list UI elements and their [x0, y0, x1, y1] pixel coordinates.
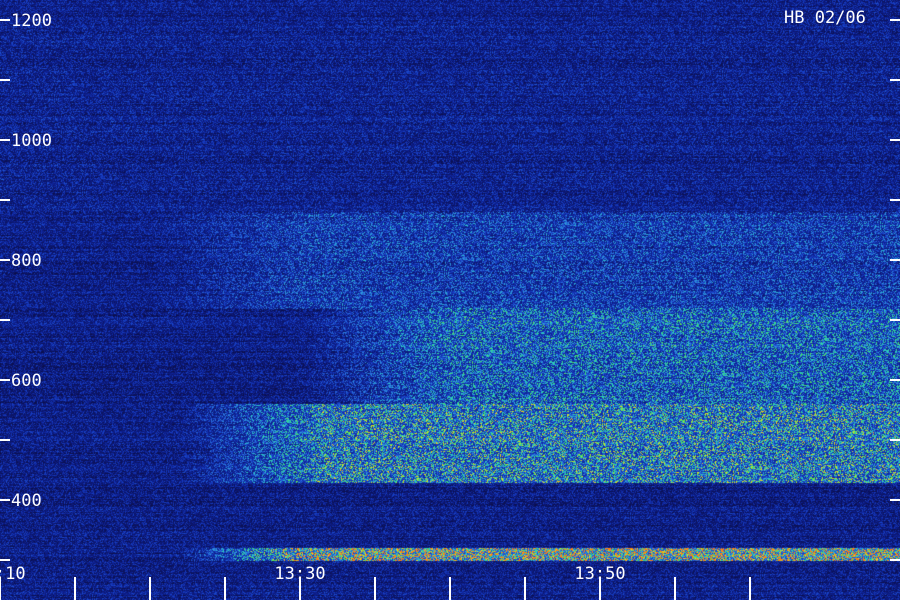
x-tick-label: 13:50 — [574, 564, 625, 584]
x-axis: 13:10 13:30 13:50 — [0, 564, 751, 600]
spectrogram-figure: 1200 1000 800 600 400 13:10 13:30 13:50 HB 02/… — [0, 0, 900, 600]
x-tick-label: 13:10 — [0, 564, 26, 584]
axes-overlay: 1200 1000 800 600 400 13:10 13:30 13:50 HB 02/… — [0, 8, 900, 600]
station-date-label: HB 02/06 — [784, 8, 866, 28]
y-axis-right — [890, 19, 900, 561]
y-axis-left: 1200 1000 800 600 400 — [0, 11, 52, 561]
y-tick-label: 800 — [11, 251, 42, 271]
y-tick-label: 1200 — [11, 11, 52, 31]
y-tick-label: 600 — [11, 371, 42, 391]
y-tick-label: 1000 — [11, 131, 52, 151]
y-tick-label: 400 — [11, 491, 42, 511]
x-tick-label: 13:30 — [274, 564, 325, 584]
